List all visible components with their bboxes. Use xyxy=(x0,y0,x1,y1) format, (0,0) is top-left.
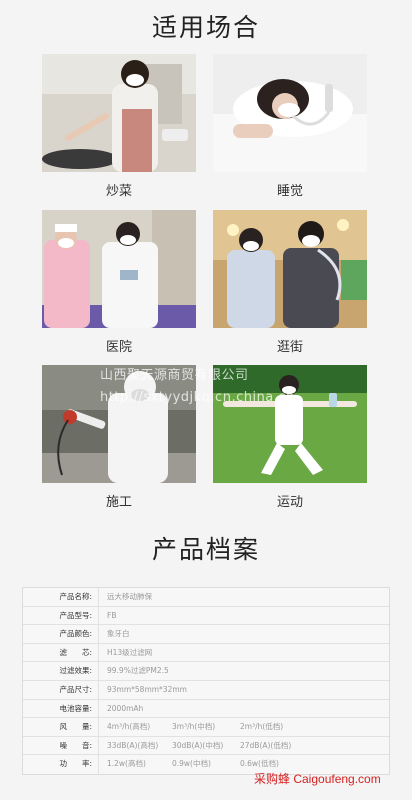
spec-value-battery: 2000mAh xyxy=(107,703,144,713)
hospital-photo xyxy=(42,210,196,328)
sleeping-photo xyxy=(213,54,367,172)
spec-label-color: 产品颜色: xyxy=(23,625,99,643)
scene-label-construction: 施工 xyxy=(105,495,132,510)
table-row: 滤 芯: H13级过滤网 xyxy=(23,643,389,663)
table-row: 风 量: 4m³/h(高档) 3m³/h(中档) 2m³/h(低档) xyxy=(23,718,389,737)
spec-value-filter: H13级过滤网 xyxy=(107,647,153,657)
scene-label-cooking: 炒菜 xyxy=(105,184,132,199)
shopping-photo xyxy=(213,210,367,328)
spec-label-efficiency: 过滤效果: xyxy=(23,662,99,680)
scene-label-hospital: 医院 xyxy=(105,340,132,355)
table-row: 电池容量: 2000mAh xyxy=(23,699,389,719)
spec-value-efficiency: 99.9%过滤PM2.5 xyxy=(107,666,169,676)
scene-label-shopping: 逛街 xyxy=(276,340,303,355)
noise-low: 27dB(A)(低档) xyxy=(240,740,292,750)
table-row: 产品尺寸: 93mm*58mm*32mm xyxy=(23,680,389,700)
power-mid: 0.9w(中档) xyxy=(172,759,211,769)
power-high: 1.2w(高档) xyxy=(107,759,146,769)
spec-label-noise: 噪 音: xyxy=(23,736,99,755)
spec-value-color: 象牙白 xyxy=(107,629,130,639)
spec-value-noise: 33dB(A)(高档) 30dB(A)(中档) 27dB(A)(低档) xyxy=(99,737,389,755)
table-row: 产品型号: FB xyxy=(23,606,389,626)
spec-value-model: FB xyxy=(107,610,117,620)
spec-label-filter: 滤 芯: xyxy=(23,643,99,662)
profile-section-title: 产品档案 xyxy=(151,535,260,564)
caigoufeng-brand-watermark: 采购蜂 Caigoufeng.com xyxy=(254,772,381,786)
spec-label-power: 功 率: xyxy=(23,755,99,774)
noise-mid: 30dB(A)(中档) xyxy=(172,740,224,750)
table-row: 产品颜色: 象牙白 xyxy=(23,625,389,644)
usage-section-title: 适用场合 xyxy=(151,13,260,42)
spec-label-airflow: 风 量: xyxy=(23,718,99,736)
airflow-mid: 3m³/h(中档) xyxy=(172,722,216,732)
spec-table: 产品名称: 远大移动肺保 产品型号: FB 产品颜色: 象牙白 滤 芯: H13… xyxy=(22,587,390,775)
spec-label-model: 产品型号: xyxy=(23,606,99,625)
noise-high: 33dB(A)(高档) xyxy=(107,740,159,750)
spec-label-battery: 电池容量: xyxy=(23,699,99,718)
spec-label-name: 产品名称: xyxy=(23,588,99,606)
company-watermark: 山西聚天源商贸有限公司 http://sxtyydjkq.cn.china.cn xyxy=(100,365,320,409)
spec-value-size: 93mm*58mm*32mm xyxy=(107,684,187,694)
table-row: 产品名称: 远大移动肺保 xyxy=(23,588,389,607)
spec-label-size: 产品尺寸: xyxy=(23,680,99,699)
airflow-high: 4m³/h(高档) xyxy=(107,722,151,732)
airflow-low: 2m³/h(低档) xyxy=(240,722,284,732)
watermark-company-name: 山西聚天源商贸有限公司 xyxy=(100,368,249,383)
spec-value-airflow: 4m³/h(高档) 3m³/h(中档) 2m³/h(低档) xyxy=(99,718,389,736)
scene-label-exercise: 运动 xyxy=(276,495,303,510)
table-row: 噪 音: 33dB(A)(高档) 30dB(A)(中档) 27dB(A)(低档) xyxy=(23,736,389,756)
cooking-photo xyxy=(42,54,196,172)
spec-value-name: 远大移动肺保 xyxy=(107,592,152,601)
scene-label-sleeping: 睡觉 xyxy=(276,184,303,199)
table-row: 过滤效果: 99.9%过滤PM2.5 xyxy=(23,662,389,681)
watermark-url: http://sxtyydjkq.cn.china.cn xyxy=(100,390,295,405)
